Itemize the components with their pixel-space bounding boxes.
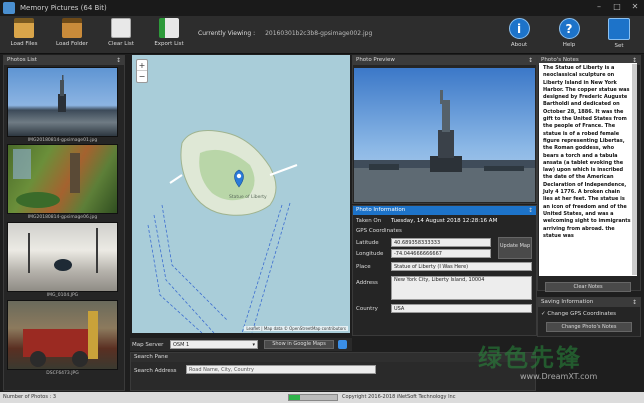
photo-preview-panel: Photo Preview ↕ [352, 55, 537, 204]
load-files-icon [14, 18, 34, 38]
map-server-label: Map Server [132, 342, 164, 348]
taken-on-label: Taken On [356, 218, 382, 224]
photo-preview-image [354, 68, 535, 202]
load-files-button[interactable]: Load Files [2, 18, 46, 52]
search-pane-header: Search Pane [131, 353, 535, 362]
saving-info-header: Saving Information ↕ [538, 298, 640, 307]
load-folder-button[interactable]: Load Folder [50, 18, 94, 52]
watermark-url: www.DreamXT.com [520, 372, 598, 381]
photo-notes-textarea[interactable]: The Statue of Liberty is a neoclassical … [539, 63, 637, 276]
help-icon: ? [558, 18, 580, 39]
chevron-down-icon: ▾ [252, 342, 255, 348]
info-icon: i [508, 18, 530, 39]
progress-bar [288, 394, 338, 401]
map-marker-label: Statue of Liberty [229, 195, 267, 200]
place-label: Place [356, 264, 371, 270]
map-view[interactable]: Statue of Liberty + − Leaflet | Map data… [132, 55, 350, 333]
photos-list-header: Photos List ↕ [4, 56, 124, 65]
place-field[interactable]: Statue of Liberty (I Was Here) [391, 262, 532, 271]
thumbnail-caption: DSCF6473.JPG [46, 371, 79, 376]
pin-icon[interactable]: ↕ [528, 206, 533, 215]
statue-thumbnail-image [58, 75, 66, 112]
liberty-island-map [147, 130, 298, 333]
clear-notes-button[interactable]: Clear Notes [545, 282, 631, 292]
status-bar: Number of Photos : 3 Copyright 2016-2018… [0, 392, 644, 403]
pin-icon[interactable]: ↕ [528, 56, 533, 65]
currently-viewing-file: 20160301b2c3b8-gpsimage002.jpg [265, 30, 373, 37]
currently-viewing-label: Currently Viewing : [198, 30, 256, 37]
map-server-select[interactable]: OSM 1 ▾ [170, 340, 258, 349]
latitude-label: Latitude [356, 240, 379, 246]
saving-info-panel: Saving Information ↕ ✓ Change GPS Coordin… [537, 297, 641, 337]
latitude-field[interactable]: 40.689358333333 [391, 238, 491, 247]
update-map-button[interactable]: Update Map [498, 237, 532, 259]
export-list-icon [159, 18, 179, 38]
change-notes-button[interactable]: Change Photo's Notes [546, 322, 632, 332]
country-field[interactable]: USA [391, 304, 532, 313]
country-label: Country [356, 306, 378, 312]
pin-icon[interactable]: ↕ [116, 56, 121, 65]
progress-fill [289, 395, 300, 400]
bird-thumbnail-image [28, 228, 98, 273]
map-attribution: Leaflet | Map data © OpenStreetMap contr… [244, 326, 348, 331]
notes-scrollbar[interactable] [632, 64, 637, 275]
settings-icon [608, 18, 630, 40]
window-title: Memory Pictures (64 Bit) [20, 4, 107, 12]
photo-info-panel: Photo Information ↕ Taken On Tuesday, 14 … [352, 205, 537, 336]
export-list-button[interactable]: Export List [147, 18, 191, 52]
clear-list-icon [111, 18, 131, 38]
search-address-label: Search Address [134, 368, 177, 374]
zoom-in-button[interactable]: + [137, 60, 147, 71]
folder-icon [62, 18, 82, 38]
clear-list-button[interactable]: Clear List [99, 18, 143, 52]
thumbnail-caption: IMG20180814-gpsimage06.jpg [27, 215, 98, 220]
currently-viewing: Currently Viewing : 20160301b2c3b8-gpsima… [198, 30, 372, 37]
longitude-field[interactable]: -74.044666666667 [391, 249, 491, 258]
thumbnail-4[interactable] [7, 300, 118, 370]
title-bar: Memory Pictures (64 Bit) – □ ✕ [0, 0, 644, 16]
show-google-maps-button[interactable]: Show in Google Maps [264, 340, 334, 349]
thumbnail-caption: IMG_0104.JPG [46, 293, 79, 298]
map-help-icon[interactable] [338, 340, 347, 349]
photos-count: Number of Photos : 3 [3, 394, 56, 400]
thumbnail-2[interactable] [7, 144, 118, 214]
window-controls: – □ ✕ [590, 0, 644, 14]
thumbnail-1[interactable] [7, 67, 118, 137]
pin-icon[interactable]: ↕ [632, 298, 637, 307]
watermark-text: 绿色先锋 [478, 344, 582, 372]
copyright-text: Copyright 2016-2018 iNetSoft Technology … [342, 394, 456, 400]
map-server-bar: Map Server OSM 1 ▾ Show in Google Maps [130, 338, 352, 351]
search-pane: Search Pane Search Address Road Name, Ci… [130, 352, 536, 391]
address-label: Address [356, 280, 378, 286]
help-button[interactable]: ? Help [547, 18, 591, 52]
search-address-input[interactable]: Road Name, City, Country [186, 365, 376, 374]
zoom-control: + − [136, 59, 148, 83]
garden-thumbnail-image [13, 149, 80, 208]
machine-thumbnail-image [23, 311, 98, 367]
photo-info-header: Photo Information ↕ [353, 206, 536, 215]
zoom-out-button[interactable]: − [137, 71, 147, 82]
about-button[interactable]: i About [497, 18, 541, 52]
set-button[interactable]: Set [597, 18, 641, 52]
gps-coordinates-label: GPS Coordinates [356, 228, 402, 234]
longitude-label: Longitude [356, 251, 384, 257]
app-icon [3, 2, 15, 14]
thumbnail-3[interactable] [7, 222, 118, 292]
address-field[interactable]: New York City, Liberty Island, 10004 [391, 276, 532, 300]
close-button[interactable]: ✕ [626, 0, 644, 14]
photo-preview-header: Photo Preview ↕ [353, 56, 536, 65]
change-gps-checkbox[interactable]: ✓ Change GPS Coordinates [541, 311, 616, 317]
taken-on-value: Tuesday, 14 August 2018 12:28:16 AM [391, 218, 498, 224]
maximize-button[interactable]: □ [608, 0, 626, 14]
minimize-button[interactable]: – [590, 0, 608, 14]
thumbnail-caption: IMG20180814-gpsimage01.jpg [27, 138, 98, 143]
